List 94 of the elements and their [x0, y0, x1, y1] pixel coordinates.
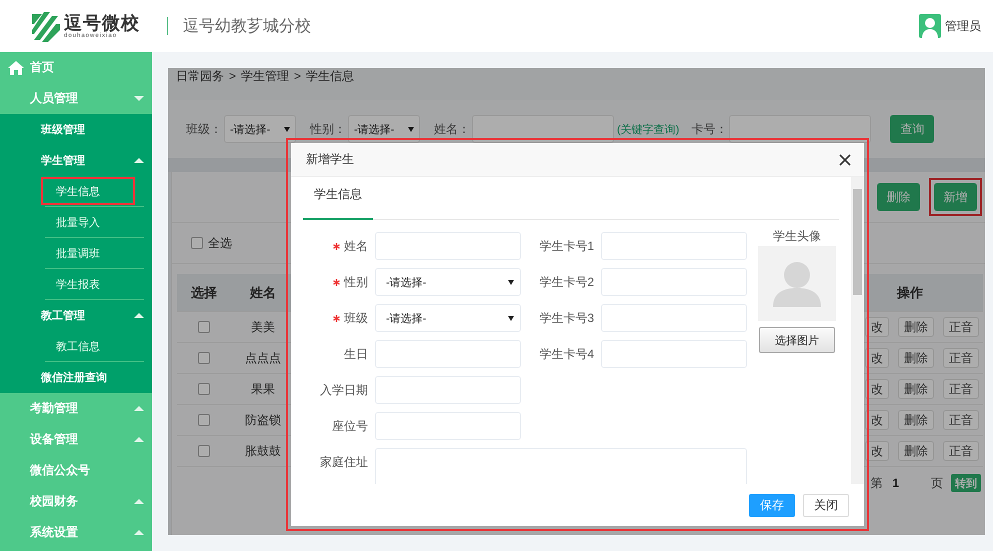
table-cell-text: 点点点: [244, 350, 282, 366]
select-field[interactable]: -请选择-: [348, 115, 420, 143]
page-label: 第: [870, 474, 882, 492]
dialog-title: 新增学生: [306, 151, 354, 168]
caret-icon: [134, 499, 144, 504]
field-label: 座位号: [332, 418, 368, 434]
field-label: 学生卡号3: [538, 310, 594, 326]
input-field[interactable]: [472, 115, 614, 143]
field-label: 学生卡号2: [538, 274, 594, 290]
sidebar-item[interactable]: 班级管理: [0, 114, 152, 145]
column-header: 选择: [190, 284, 218, 302]
dialog-button[interactable]: 关闭: [803, 494, 849, 516]
sidebar-item[interactable]: 批量调班: [45, 246, 100, 260]
checkbox[interactable]: [191, 237, 203, 249]
filter-label: 姓名：: [434, 120, 470, 138]
field-label: 学生卡号4: [538, 346, 594, 362]
field-label: 学生卡号1: [538, 238, 594, 254]
caret-icon: [134, 158, 144, 163]
breadcrumb-item[interactable]: 日常园务: [176, 68, 224, 84]
sidebar-item[interactable]: 学生信息: [43, 184, 100, 198]
breadcrumb-item[interactable]: 学生信息: [306, 68, 354, 84]
action-button[interactable]: 改: [865, 441, 889, 461]
sidebar-item[interactable]: 学生报表: [45, 276, 100, 292]
action-button[interactable]: 删除: [898, 410, 934, 430]
breadcrumb-separator: >: [229, 68, 236, 84]
tab[interactable]: 学生信息: [303, 186, 373, 220]
filter-label: 卡号：: [691, 120, 728, 138]
caret-icon: [134, 313, 144, 318]
caret-icon: [134, 530, 144, 535]
checkbox[interactable]: [198, 321, 210, 333]
field-label: 班级: [344, 310, 368, 326]
caret-icon: [134, 437, 144, 442]
column-header: 操作: [896, 284, 924, 302]
action-button[interactable]: 改: [865, 379, 889, 399]
action-button[interactable]: 改: [865, 348, 889, 368]
filter-label: 班级：: [186, 120, 222, 138]
caret-icon: [284, 126, 290, 132]
caret-icon: [508, 316, 514, 320]
sidebar-item[interactable]: 教工管理: [0, 300, 152, 331]
table-cell-text: 防盗锁: [244, 412, 282, 428]
sidebar-item[interactable]: 批量导入: [45, 214, 100, 230]
sidebar-item[interactable]: 学生管理: [0, 145, 152, 176]
action-button[interactable]: 删除: [898, 317, 934, 337]
hint-text: (关键字查询): [617, 122, 680, 136]
user-name[interactable]: 管理员: [945, 18, 981, 34]
action-button[interactable]: 正音: [943, 379, 979, 399]
user-avatar-icon: [919, 14, 941, 38]
page-number: 1: [892, 476, 899, 490]
select-field[interactable]: -请选择-: [224, 115, 296, 143]
avatar-placeholder-icon: [758, 246, 836, 321]
table-cell-text: 美美: [250, 318, 276, 336]
logo-name: 逗号微校: [64, 12, 140, 32]
scrollbar[interactable]: [851, 177, 864, 484]
breadcrumb-item[interactable]: 学生管理: [241, 68, 290, 84]
checkbox-label: 全选: [208, 234, 232, 252]
action-button[interactable]: 删除: [898, 441, 934, 461]
field-label: 生日: [344, 346, 368, 362]
action-button[interactable]: 删除: [898, 348, 934, 368]
select-field[interactable]: -请选择-: [375, 268, 521, 296]
caret-icon: [134, 406, 144, 411]
action-button[interactable]: 改: [865, 410, 889, 430]
breadcrumb-separator: >: [294, 68, 302, 84]
sidebar-item[interactable]: 微信注册查询: [0, 362, 152, 393]
field-label: 家庭住址: [320, 454, 368, 470]
action-button[interactable]: 删除: [898, 379, 934, 399]
checkbox[interactable]: [198, 414, 210, 426]
filter-label: 性别：: [310, 120, 346, 138]
page-label: 页: [931, 474, 943, 492]
input-field[interactable]: [729, 115, 872, 143]
action-button[interactable]: 正音: [943, 317, 979, 337]
caret-icon: [134, 96, 144, 101]
action-button[interactable]: 正音: [943, 410, 979, 430]
school-name: 逗号幼教芗城分校: [183, 16, 311, 36]
avatar-label: 学生头像: [773, 228, 821, 244]
checkbox[interactable]: [198, 383, 210, 395]
action-button[interactable]: 正音: [943, 441, 979, 461]
close-icon[interactable]: [839, 154, 851, 166]
field-label: 性别: [344, 274, 368, 290]
field-label: 姓名: [344, 238, 368, 254]
sidebar-item[interactable]: 教工信息: [45, 338, 100, 354]
caret-icon: [508, 280, 514, 284]
logo-icon: [30, 10, 62, 42]
column-header: 姓名: [248, 284, 277, 302]
checkbox[interactable]: [198, 445, 210, 457]
choose-image-button[interactable]: 选择图片: [759, 327, 835, 353]
action-button[interactable]: 正音: [943, 348, 979, 368]
action-button[interactable]: 改: [865, 317, 889, 337]
table-cell-text: 果果: [250, 380, 276, 398]
table-cell-text: 胀鼓鼓: [244, 442, 282, 460]
checkbox[interactable]: [198, 352, 210, 364]
field-label: 入学日期: [320, 382, 368, 398]
select-field[interactable]: -请选择-: [375, 304, 521, 332]
caret-icon: [408, 126, 414, 132]
home-icon: [8, 60, 24, 76]
